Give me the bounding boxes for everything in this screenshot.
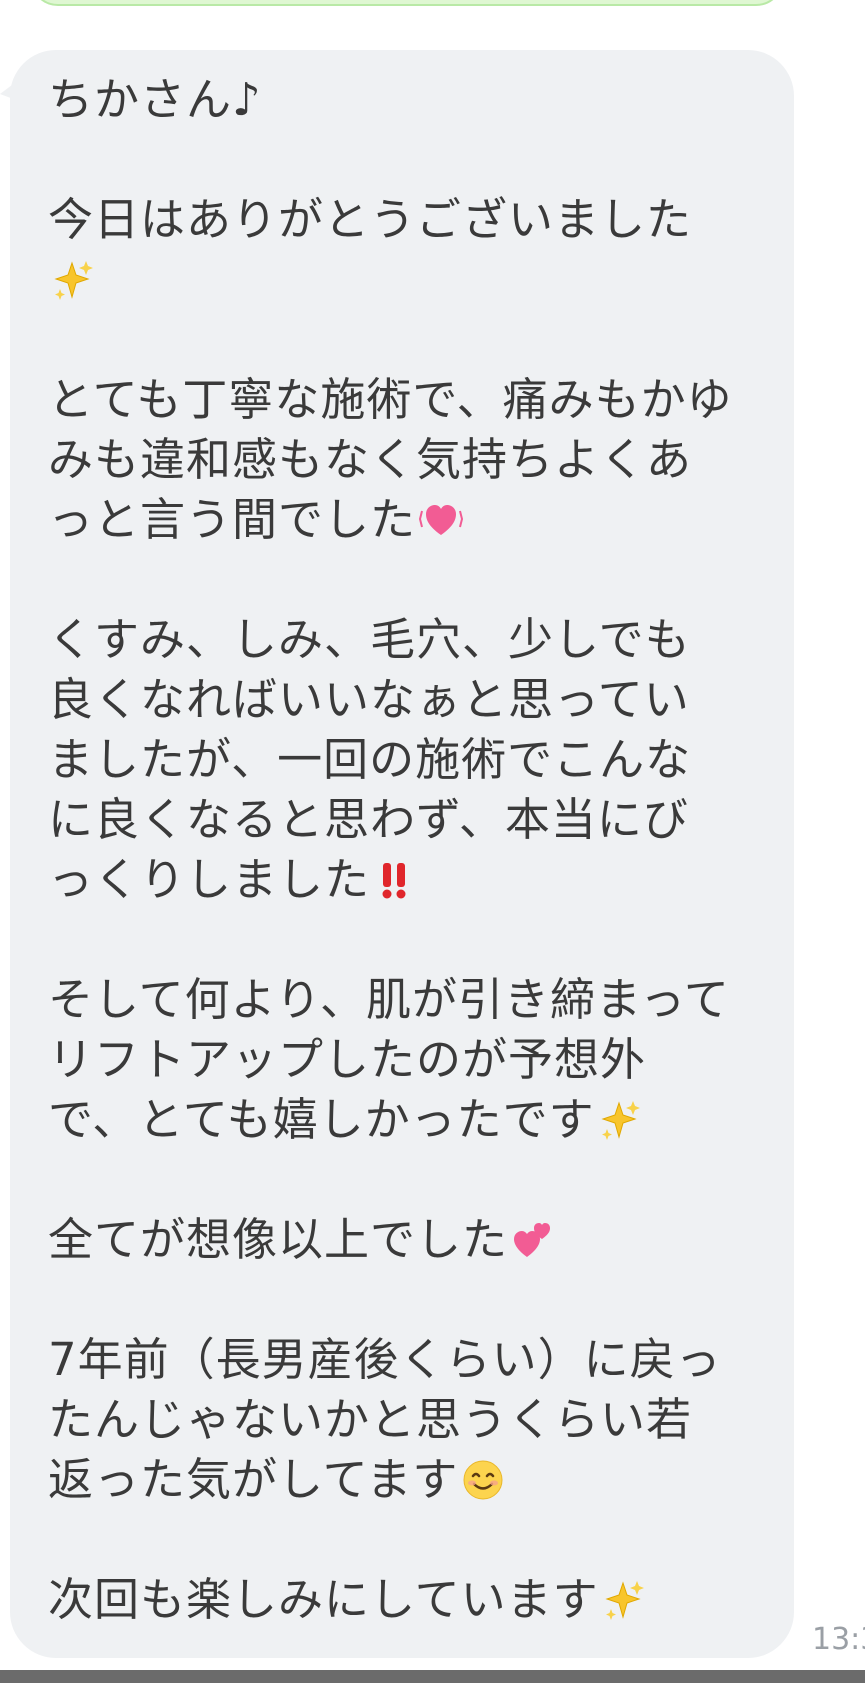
message-line: リフトアップしたのが予想外 <box>48 1033 647 1086</box>
message-line: っくりしました <box>48 850 764 910</box>
message-line: っと言う間でした <box>48 490 764 550</box>
bottom-divider-bar <box>0 1670 865 1683</box>
previous-outgoing-bubble[interactable] <box>30 0 784 6</box>
vibrating-heart-icon <box>418 497 464 543</box>
message-line: とても丁寧な施術で、痛みもかゆ <box>48 373 733 426</box>
two-hearts-icon <box>510 1217 556 1263</box>
message-line: 7年前（長男産後くらい）に戻っ <box>48 1333 722 1386</box>
message-text: っと言う間でした <box>48 493 417 546</box>
message-line: 今日はありがとうございました <box>48 190 764 250</box>
message-line: 返った気がしてます <box>48 1450 764 1510</box>
message-text: っくりしました <box>48 853 371 906</box>
double-exclamation-icon <box>372 857 418 903</box>
message-line: 全てが想像以上でした <box>48 1210 764 1270</box>
chat-area: ちかさん♪ 今日はありがとうございました とても丁寧な施術で、痛みもかゆ みも違… <box>0 0 865 1683</box>
message-line: 次回も楽しみにしています <box>48 1570 764 1630</box>
smiling-face-icon <box>460 1457 506 1503</box>
sparkles-icon <box>50 257 96 303</box>
message-text: 返った気がしてます <box>48 1453 459 1506</box>
message-line: たんじゃないかと思うくらい若 <box>48 1393 693 1446</box>
sparkles-icon <box>597 1097 643 1143</box>
message-line: ましたが、一回の施術でこんな <box>48 733 692 786</box>
message-text: で、とても嬉しかったです <box>48 1093 595 1146</box>
message-bubble[interactable]: ちかさん♪ 今日はありがとうございました とても丁寧な施術で、痛みもかゆ みも違… <box>10 50 794 1658</box>
message-line: そして何より、肌が引き締まって <box>48 973 730 1026</box>
sparkles-icon <box>601 1577 647 1623</box>
message-line: ちかさん♪ <box>48 73 262 126</box>
message-text: 全てが想像以上でした <box>48 1213 509 1266</box>
message-timestamp: 13:3 <box>812 1622 865 1657</box>
message-line: くすみ、しみ、毛穴、少しでも <box>48 613 691 666</box>
message-text: 次回も楽しみにしています <box>48 1573 599 1626</box>
message-text: 今日はありがとうございました <box>48 193 693 246</box>
message-line: みも違和感もなく気持ちよくあ <box>48 433 693 486</box>
message-line: に良くなると思わず、本当にび <box>48 793 689 846</box>
message-line <box>48 250 764 310</box>
message-line: で、とても嬉しかったです <box>48 1090 764 1150</box>
message-line: 良くなればいいなぁと思ってい <box>48 673 690 726</box>
